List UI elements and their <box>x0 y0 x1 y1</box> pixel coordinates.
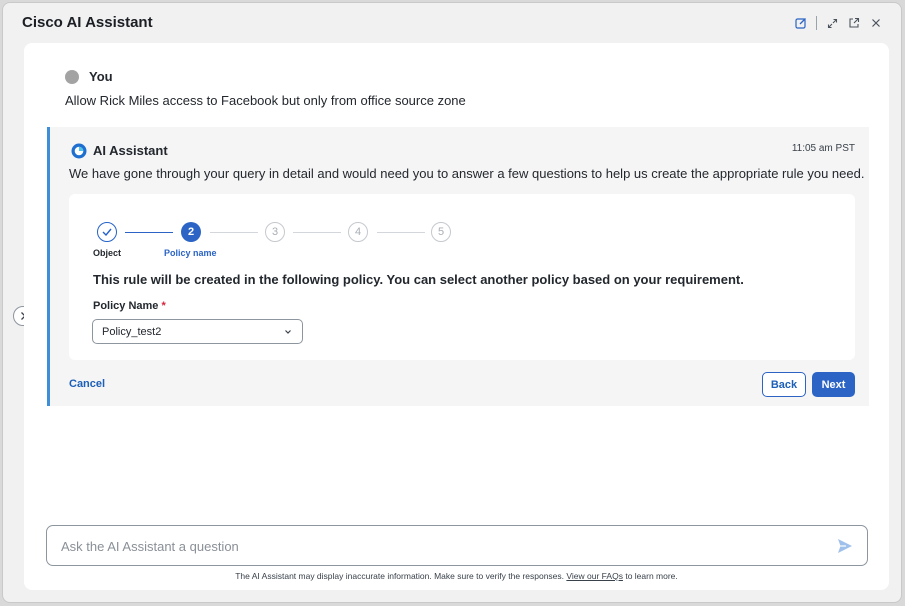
window-title: Cisco AI Assistant <box>22 14 153 31</box>
user-name: You <box>89 69 113 84</box>
step-connector <box>293 232 341 233</box>
title-bar-actions <box>790 13 887 33</box>
assistant-message-card: AI Assistant 11:05 am PST We have gone t… <box>47 127 869 406</box>
chevron-down-icon <box>285 330 291 334</box>
step-1-label: Object <box>93 248 122 258</box>
assistant-name: AI Assistant <box>93 143 168 158</box>
avatar <box>65 70 79 84</box>
back-button[interactable]: Back <box>762 372 806 397</box>
user-message-text: Allow Rick Miles access to Facebook but … <box>65 93 466 108</box>
send-icon[interactable] <box>836 537 854 555</box>
step-connector <box>210 232 258 233</box>
disclaimer: The AI Assistant may display inaccurate … <box>24 571 889 581</box>
disclaimer-suffix: to learn more. <box>625 571 678 581</box>
policy-name-value: Policy_test2 <box>102 326 162 338</box>
edit-icon[interactable] <box>790 13 812 33</box>
wizard-heading: This rule will be created in the followi… <box>93 272 744 287</box>
popout-icon[interactable] <box>843 13 865 33</box>
step-connector <box>125 232 173 233</box>
question-composer <box>46 525 868 566</box>
toolbar-divider <box>816 16 817 30</box>
next-button[interactable]: Next <box>812 372 855 397</box>
step-2-current[interactable]: 2 <box>181 222 201 242</box>
policy-name-label-text: Policy Name <box>93 300 159 312</box>
faq-link[interactable]: View our FAQs <box>566 571 623 581</box>
close-icon[interactable] <box>865 13 887 33</box>
policy-name-select[interactable]: Policy_test2 <box>92 319 303 344</box>
step-1-complete[interactable] <box>97 222 117 242</box>
question-input[interactable] <box>61 537 801 555</box>
chat-panel: You Allow Rick Miles access to Facebook … <box>24 43 889 590</box>
message-timestamp: 11:05 am PST <box>791 143 855 154</box>
expand-icon[interactable] <box>821 13 843 33</box>
required-indicator: * <box>161 300 166 312</box>
step-2-label: Policy name <box>164 248 217 258</box>
rule-wizard: Object 2 Policy name 3 4 5 This rule wil… <box>69 194 855 360</box>
ai-assistant-logo-icon <box>71 143 87 159</box>
step-3: 3 <box>265 222 285 242</box>
assistant-message-text: We have gone through your query in detai… <box>69 166 865 181</box>
assistant-window: Cisco AI Assistant You Allow Rick Miles … <box>2 2 902 603</box>
step-4: 4 <box>348 222 368 242</box>
cancel-button[interactable]: Cancel <box>69 378 105 390</box>
policy-name-label: Policy Name * <box>93 300 166 312</box>
disclaimer-text: The AI Assistant may display inaccurate … <box>235 571 565 581</box>
checkmark-icon <box>102 228 112 236</box>
title-bar: Cisco AI Assistant <box>3 3 901 41</box>
step-5: 5 <box>431 222 451 242</box>
step-connector <box>377 232 425 233</box>
